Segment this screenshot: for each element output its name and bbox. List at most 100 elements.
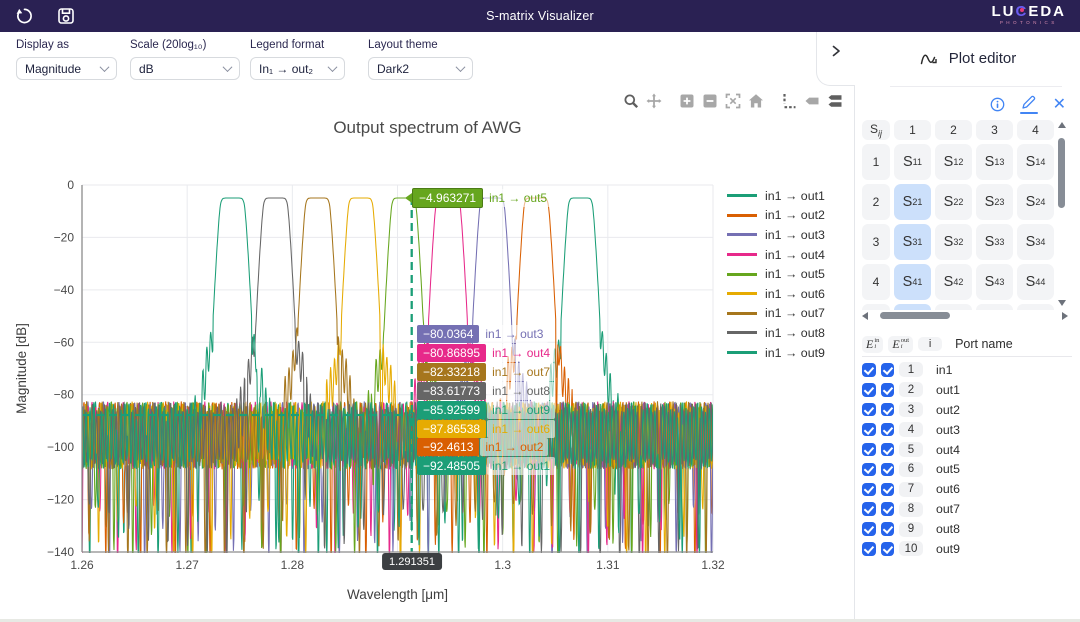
legend-item[interactable]: in1 → out4 [727,245,825,265]
legend-item[interactable]: in1 → out8 [727,323,825,343]
matrix-row-header[interactable]: 3 [862,224,890,260]
zoom-in-icon[interactable] [679,93,695,109]
brand-c-dot-icon: C [1015,3,1028,20]
hover-closest-icon[interactable] [804,93,820,109]
legend-item[interactable]: in1 → out3 [727,225,825,245]
port-index: 5 [899,442,923,457]
e-in-checkbox[interactable] [862,403,876,417]
scroll-right-arrow-icon[interactable] [1062,312,1068,320]
e-in-checkbox[interactable] [862,463,876,477]
scroll-up-arrow-icon[interactable] [1058,122,1066,128]
legend-item[interactable]: in1 → out1 [727,186,825,206]
control-dropdown[interactable]: dB [130,57,240,80]
e-in-checkbox[interactable] [862,443,876,457]
tooltip-value: −4.963271 [412,188,483,208]
hover-compare-icon[interactable] [827,93,843,109]
matrix-horizontal-scrollbar[interactable] [862,311,1068,321]
app-title: S-matrix Visualizer [0,0,1080,32]
zoom-out-icon[interactable] [702,93,718,109]
port-row-out5: 6out5 [862,459,1072,479]
matrix-row-header[interactable]: 4 [862,264,890,300]
matrix-cell-S21[interactable]: S21 [894,184,931,220]
e-out-checkbox[interactable] [881,403,895,417]
zoom-icon[interactable] [623,93,639,109]
autoscale-icon[interactable] [725,93,741,109]
legend-item[interactable]: in1 → out6 [727,284,825,304]
scroll-left-arrow-icon[interactable] [862,312,868,320]
panel-collapse-button[interactable] [816,32,855,86]
matrix-cell-S11[interactable]: S11 [894,144,931,180]
matrix-cell-S24[interactable]: S24 [1017,184,1054,220]
e-in-checkbox[interactable] [862,502,876,516]
matrix-cell-S41[interactable]: S41 [894,264,931,300]
reset-axes-icon[interactable] [748,93,764,109]
e-in-checkbox[interactable] [862,423,876,437]
e-in-checkbox[interactable] [862,542,876,556]
matrix-row-header[interactable]: 2 [862,184,890,220]
col-header-e-in: Eini [862,336,883,353]
pan-icon[interactable] [646,93,662,109]
port-row-out4: 5out4 [862,440,1072,460]
legend-item[interactable]: in1 → out2 [727,206,825,226]
tooltip-value: −83.61773 [417,382,486,400]
matrix-cell-S44[interactable]: S44 [1017,264,1054,300]
legend-item[interactable]: in1 → out9 [727,343,825,363]
matrix-cell-S23[interactable]: S23 [976,184,1013,220]
info-icon[interactable] [990,97,1005,112]
legend-label: in1 → out9 [765,346,825,360]
y-tick-label: −100 [47,440,74,454]
matrix-vertical-scrollbar[interactable] [1057,122,1067,306]
e-out-checkbox[interactable] [881,483,895,497]
e-out-checkbox[interactable] [881,463,895,477]
matrix-col-header[interactable]: 1 [894,120,931,140]
e-in-checkbox[interactable] [862,483,876,497]
hover-tooltip: −92.4613in1 → out2 [417,438,548,456]
e-in-checkbox[interactable] [862,383,876,397]
app-window: S-matrix Visualizer LUCEDA PHOTONICS Dis… [0,0,1080,622]
matrix-row-header[interactable]: 1 [862,144,890,180]
matrix-col-header[interactable]: 3 [976,120,1013,140]
dropdown-value: dB [139,62,154,76]
e-out-checkbox[interactable] [881,423,895,437]
matrix-col-header[interactable]: 2 [935,120,972,140]
control-dropdown[interactable]: Dark2 [368,57,473,80]
e-out-checkbox[interactable] [881,542,895,556]
matrix-cell-S13[interactable]: S13 [976,144,1013,180]
control-dropdown[interactable]: Magnitude [16,57,117,80]
e-in-checkbox[interactable] [862,363,876,377]
close-icon[interactable]: ✕ [1053,98,1066,112]
trace-in1-out7 [82,198,713,566]
panel-toolbar: ✕ [990,95,1066,114]
tooltip-value: −82.33218 [417,363,486,381]
y-tick-label: −20 [54,230,75,244]
e-out-checkbox[interactable] [881,522,895,536]
matrix-cell-S34[interactable]: S34 [1017,224,1054,260]
matrix-cell-S33[interactable]: S33 [976,224,1013,260]
e-in-checkbox[interactable] [862,522,876,536]
matrix-col-header[interactable]: 4 [1017,120,1054,140]
scrollbar-thumb[interactable] [880,312,950,319]
edit-icon[interactable] [1020,95,1038,114]
scrollbar-thumb[interactable] [1058,138,1065,208]
e-out-checkbox[interactable] [881,383,895,397]
e-out-checkbox[interactable] [881,363,895,377]
matrix-cell-S31[interactable]: S31 [894,224,931,260]
hover-tooltip-pinned: −4.963271 in1 → out5 [405,188,552,208]
toggle-spikelines-icon[interactable] [781,93,797,109]
matrix-cell-S22[interactable]: S22 [935,184,972,220]
matrix-cell-S12[interactable]: S12 [935,144,972,180]
x-tick-label: 1.28 [281,558,305,572]
matrix-cell-S42[interactable]: S42 [935,264,972,300]
legend-item[interactable]: in1 → out7 [727,304,825,324]
matrix-cell-S43[interactable]: S43 [976,264,1013,300]
y-tick-label: −60 [54,335,75,349]
legend-item[interactable]: in1 → out5 [727,264,825,284]
e-out-checkbox[interactable] [881,502,895,516]
legend-label: in1 → out5 [765,267,825,281]
matrix-cell-S32[interactable]: S32 [935,224,972,260]
y-tick-label: −80 [54,388,75,402]
e-out-checkbox[interactable] [881,443,895,457]
scroll-down-arrow-icon[interactable] [1058,300,1066,306]
control-dropdown[interactable]: In₁ → out₂ [250,57,345,80]
matrix-cell-S14[interactable]: S14 [1017,144,1054,180]
